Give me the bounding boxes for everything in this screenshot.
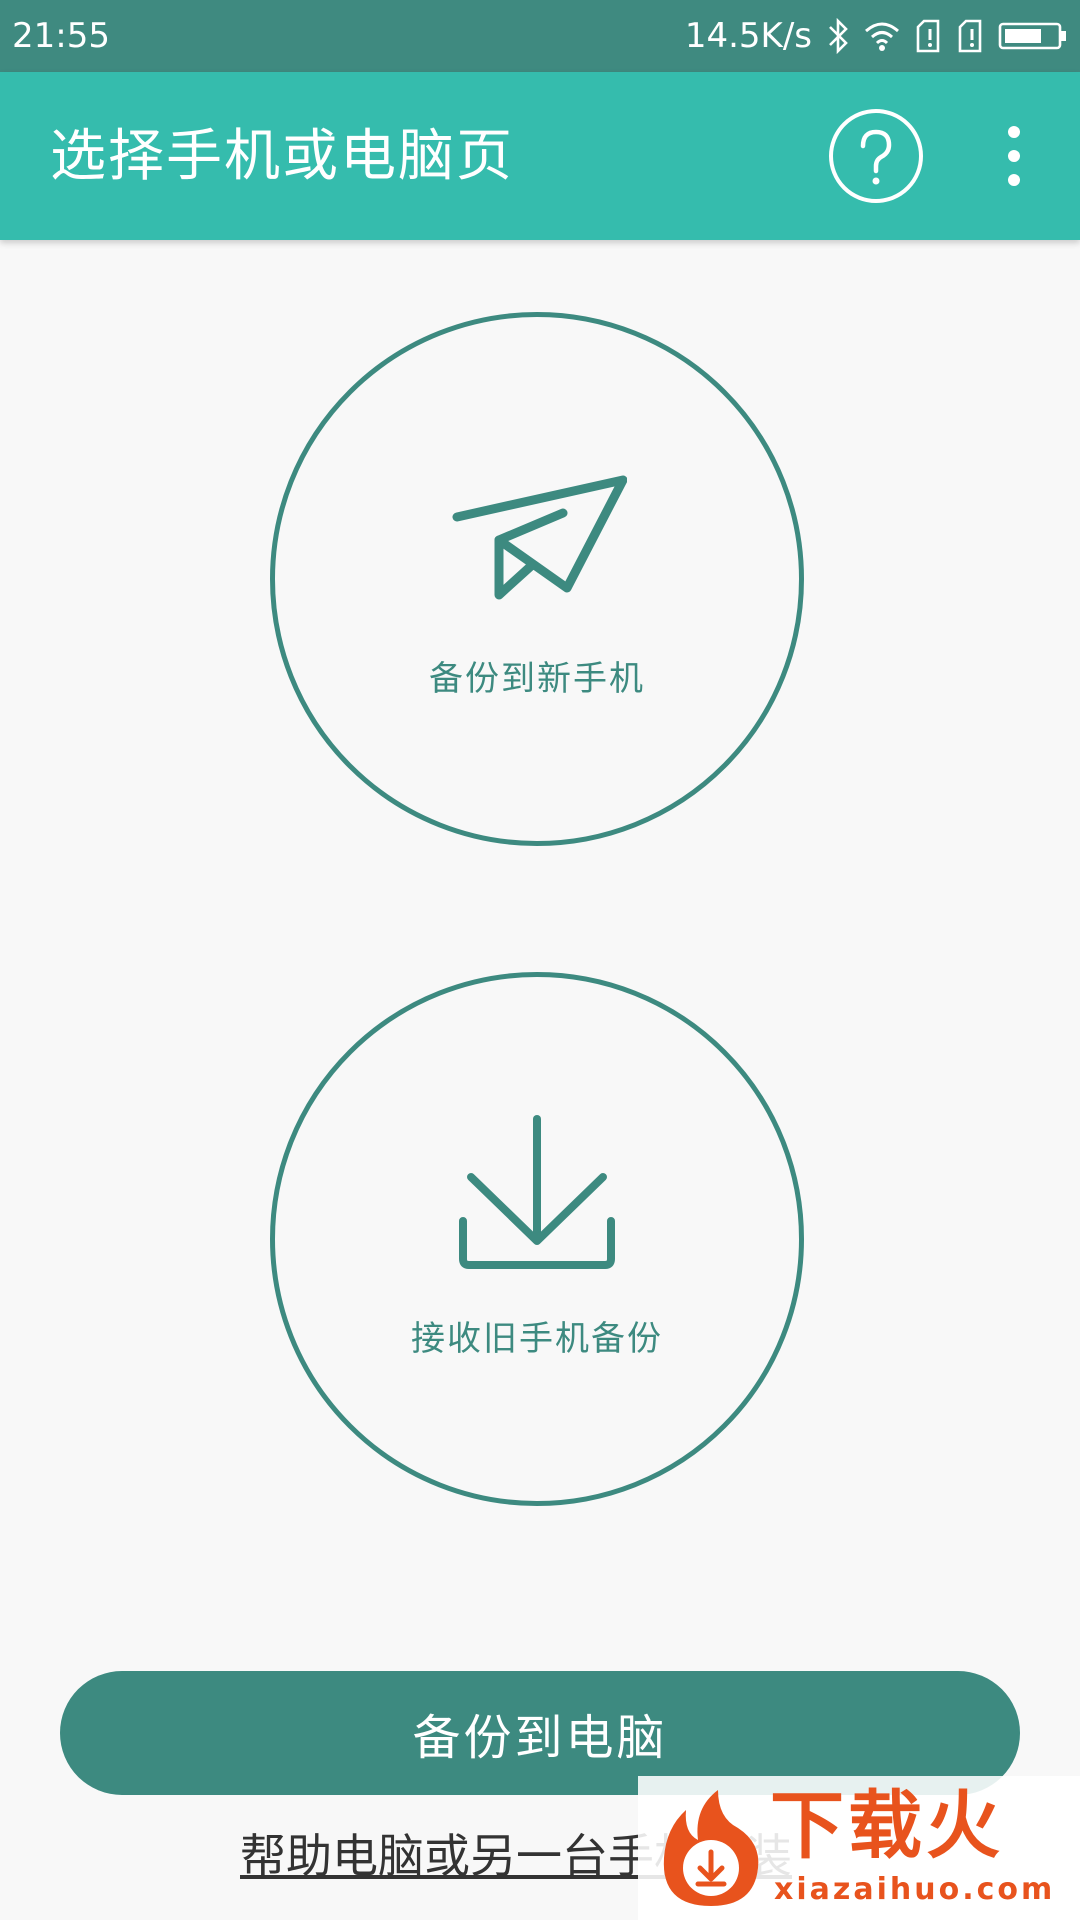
backup-to-pc-label: 备份到电脑 (412, 1710, 668, 1766)
paper-plane-icon (452, 475, 627, 600)
backup-to-new-phone-button[interactable]: 备份到新手机 (270, 312, 804, 846)
receive-old-phone-backup-label: 接收旧手机备份 (411, 1319, 663, 1359)
wifi-icon (864, 20, 900, 52)
help-icon (829, 109, 923, 203)
page-title: 选择手机或电脑页 (50, 124, 514, 189)
status-bar: 21:55 14.5K/s (0, 0, 1080, 72)
status-icons: 14.5K/s (685, 14, 1068, 58)
sim2-icon (956, 18, 984, 54)
backup-to-new-phone-label: 备份到新手机 (429, 659, 645, 699)
more-vert-icon (1008, 126, 1020, 186)
app-bar: 选择手机或电脑页 (0, 72, 1080, 240)
watermark-url: xiazaihuo.com (774, 1872, 1056, 1907)
flame-logo-icon (663, 1790, 759, 1906)
network-speed: 14.5K/s (684, 16, 812, 56)
more-options-button[interactable] (994, 122, 1034, 192)
sim1-icon (914, 18, 942, 54)
bluetooth-icon (826, 18, 850, 54)
help-button[interactable] (828, 108, 924, 204)
watermark-text: 下载火 (770, 1783, 1004, 1869)
download-icon (459, 1115, 615, 1269)
status-time: 21:55 (12, 16, 110, 56)
battery-icon (998, 20, 1068, 52)
receive-old-phone-backup-button[interactable]: 接收旧手机备份 (270, 972, 804, 1506)
watermark: 下载火 xiazaihuo.com (638, 1776, 1080, 1920)
